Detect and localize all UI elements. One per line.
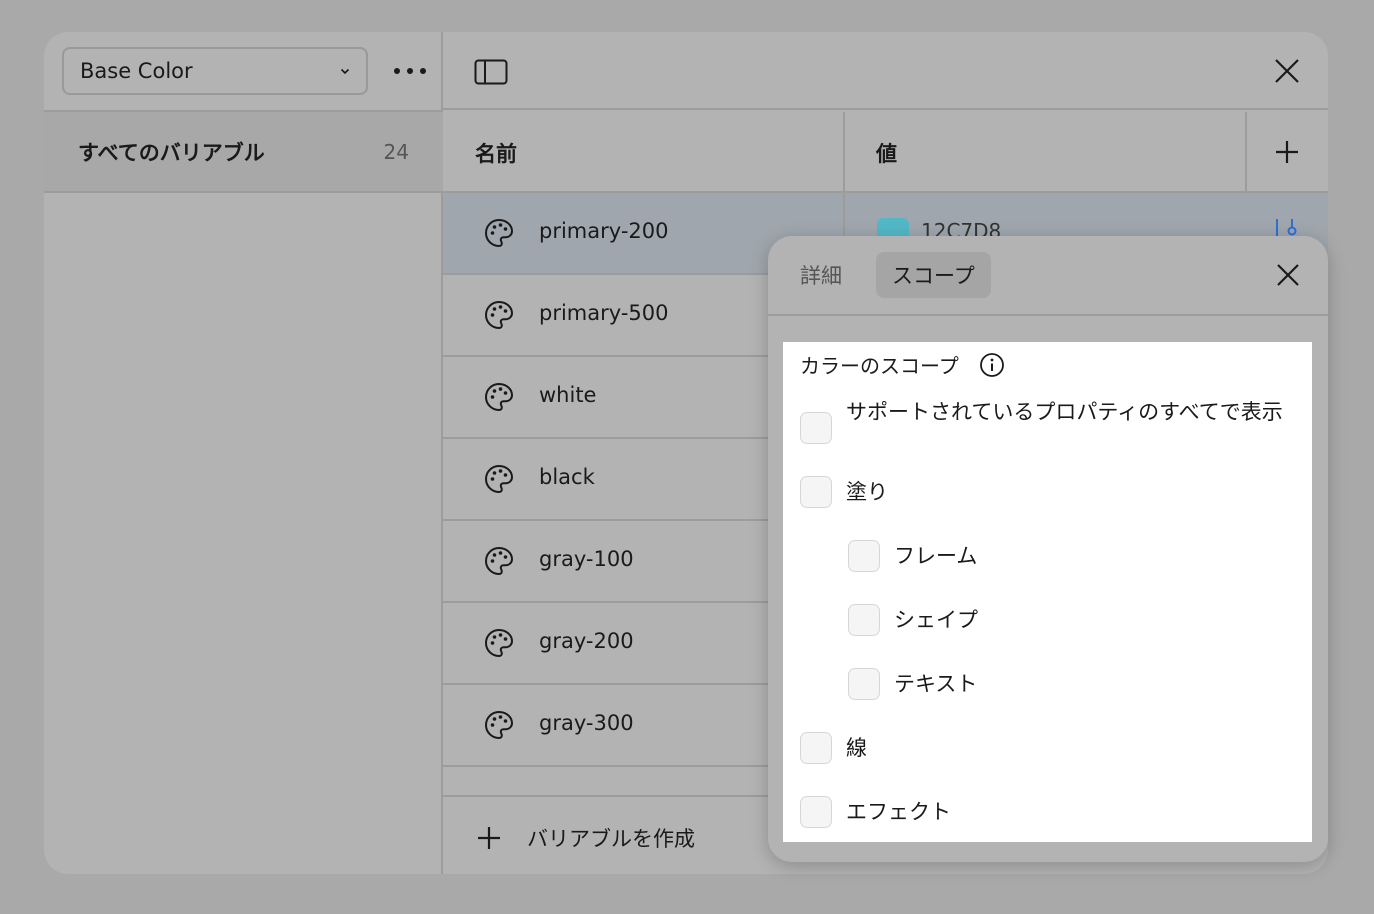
color-variable-icon (484, 710, 514, 740)
scope-stroke-checkbox[interactable] (800, 732, 832, 764)
scope-shape-checkbox[interactable] (848, 604, 880, 636)
plus-icon (478, 827, 500, 849)
add-mode-icon[interactable] (1275, 140, 1299, 164)
variable-name: primary-500 (539, 301, 669, 325)
group-label: すべてのバリアブル (78, 140, 265, 165)
scope-text-checkbox[interactable] (848, 668, 880, 700)
create-variable-label: バリアブルを作成 (527, 827, 695, 851)
color-variable-icon (484, 628, 514, 658)
column-divider (843, 112, 845, 193)
scope-effect-label: エフェクト (846, 800, 951, 824)
scope-shape-label: シェイプ (894, 608, 978, 632)
scope-title-text: カラーのスコープ (800, 354, 959, 378)
scope-fill-checkbox[interactable] (800, 476, 832, 508)
scope-panel: カラーのスコープ サポートされているプロパティのすべてで表示 塗り フレーム シ… (783, 342, 1312, 842)
scope-all-checkbox[interactable] (800, 412, 832, 444)
variable-name: gray-300 (539, 711, 634, 735)
scope-effect-checkbox[interactable] (800, 796, 832, 828)
scope-frame-checkbox[interactable] (848, 540, 880, 572)
close-icon[interactable] (1274, 58, 1300, 84)
tab-details[interactable]: 詳細 (784, 252, 858, 298)
collection-label: Base Color (80, 59, 193, 83)
scope-frame-label: フレーム (894, 544, 978, 568)
color-variable-icon (484, 382, 514, 412)
popover-header: 詳細 スコープ (768, 236, 1328, 316)
color-variable-icon (484, 218, 514, 248)
variable-name: gray-100 (539, 547, 634, 571)
column-header-value: 値 (876, 142, 897, 166)
toolbar (443, 32, 1328, 110)
scope-text-label: テキスト (894, 672, 978, 696)
column-header-name: 名前 (475, 142, 517, 166)
collections-sidebar: Base Color すべてのバリアブル 24 (44, 32, 443, 874)
collection-dropdown[interactable]: Base Color (62, 47, 368, 95)
scope-title: カラーのスコープ (800, 350, 1005, 379)
info-icon[interactable] (979, 352, 1005, 378)
variable-name: primary-200 (539, 219, 669, 243)
close-icon[interactable] (1276, 263, 1300, 287)
variable-name: white (539, 383, 597, 407)
group-count: 24 (383, 139, 409, 164)
variable-name: black (539, 465, 595, 489)
variable-name: gray-200 (539, 629, 634, 653)
color-variable-icon (484, 546, 514, 576)
more-options-icon[interactable] (392, 57, 428, 85)
sidebar-item-all-variables[interactable]: すべてのバリアブル 24 (44, 112, 443, 193)
color-variable-icon (484, 300, 514, 330)
column-divider (1245, 112, 1247, 193)
scope-all-label: サポートされているプロパティのすべてで表示 (846, 400, 1283, 424)
sidebar-toggle-icon[interactable] (474, 59, 508, 85)
chevron-down-icon (340, 68, 350, 75)
table-header: 名前 値 (443, 112, 1328, 193)
color-variable-icon (484, 464, 514, 494)
scope-fill-label: 塗り (846, 480, 888, 504)
variable-edit-popover: 詳細 スコープ カラーのスコープ サポートされているプロパティのすべてで表示 塗… (768, 236, 1328, 862)
tab-scope[interactable]: スコープ (876, 252, 991, 298)
scope-stroke-label: 線 (846, 736, 867, 760)
